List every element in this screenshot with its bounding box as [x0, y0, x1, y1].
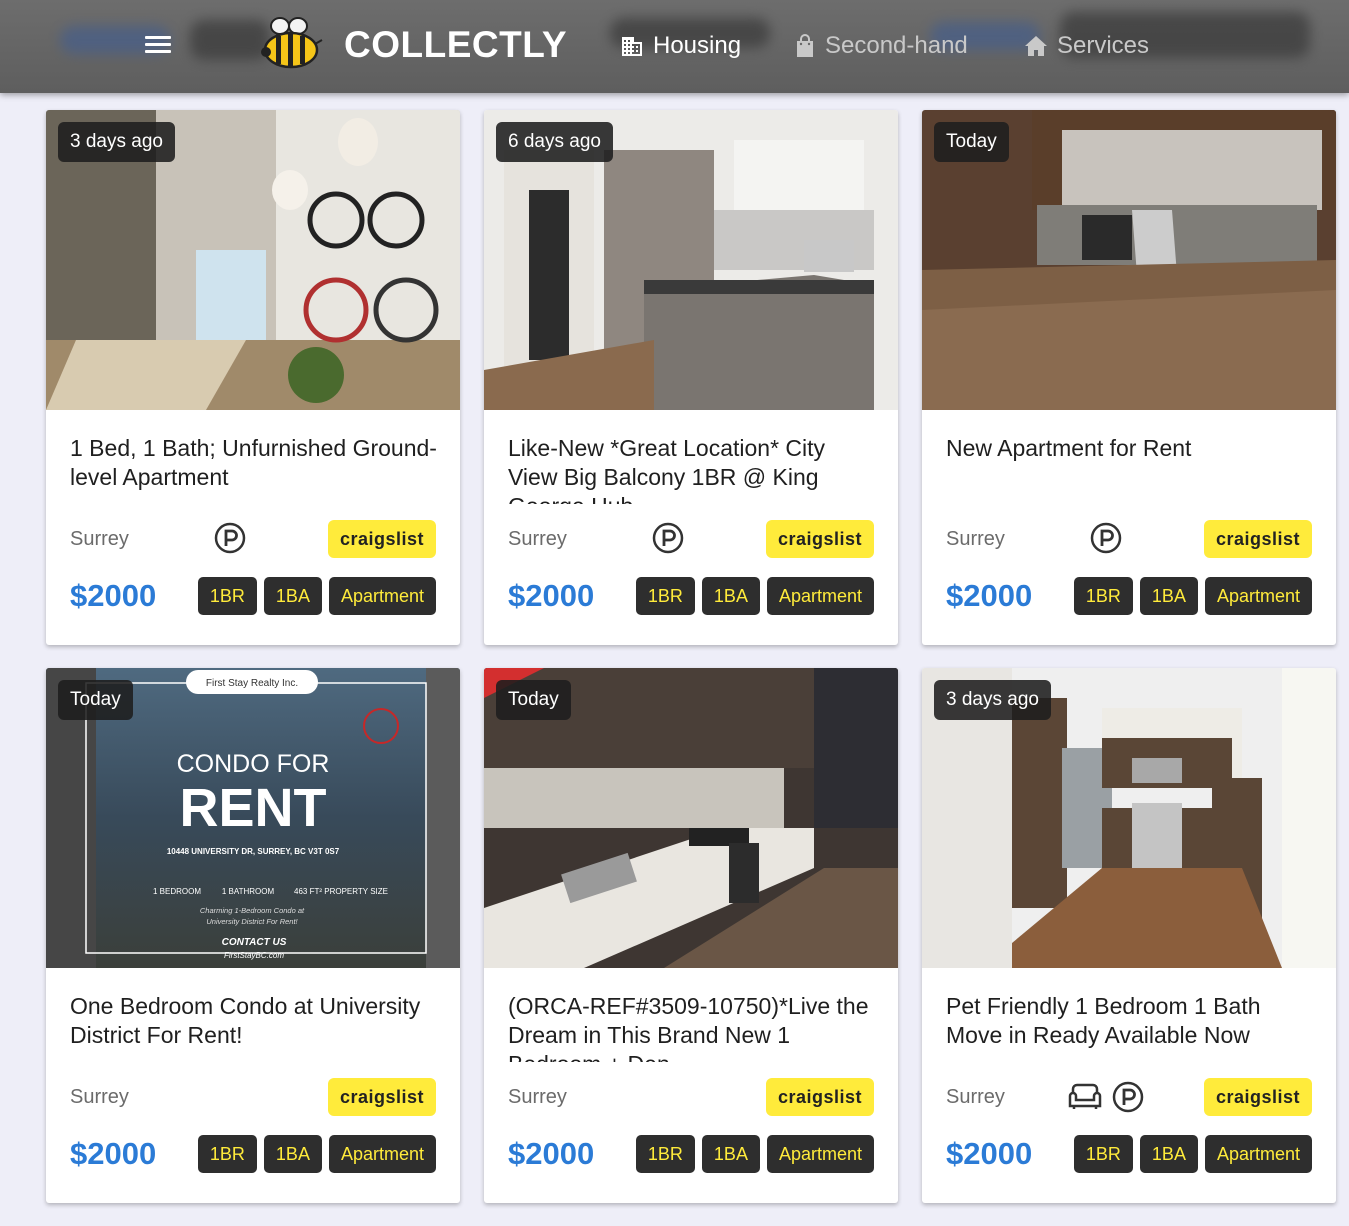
tag-list: 1BR 1BA Apartment [1073, 1135, 1312, 1173]
listing-title[interactable]: (ORCA-REF#3509-10750)*Live the Dream in … [508, 992, 878, 1062]
tag-bedrooms: 1BR [635, 1135, 695, 1173]
listing-price: $2000 [946, 578, 1033, 613]
tag-type: Apartment [1204, 577, 1312, 615]
amenity-icons [1067, 1080, 1145, 1114]
image-site: FirstStayBC.com [224, 951, 284, 960]
listing-price: $2000 [70, 1136, 157, 1171]
nav-services-label: Services [1057, 32, 1150, 59]
image-headline-1: CONDO FOR [177, 750, 330, 778]
source-badge[interactable]: craigslist [765, 1078, 874, 1116]
tag-list: 1BR 1BA Apartment [1073, 577, 1312, 615]
image-address: 10448 UNIVERSITY DR, SURREY, BC V3T 0S7 [167, 847, 340, 856]
listing-photo[interactable]: First Stay Realty Inc. CONDO FOR RENT 10… [46, 668, 460, 968]
listing-card[interactable]: 3 days ago 1 Bed, 1 Bath; Unfurnished Gr… [46, 110, 460, 645]
parking-icon [1112, 1081, 1144, 1113]
listing-price: $2000 [508, 1136, 595, 1171]
source-badge[interactable]: craigslist [1203, 1078, 1312, 1116]
tag-bathrooms: 1BA [701, 577, 760, 615]
brand-name[interactable]: COLLECTLY [344, 24, 567, 66]
image-contact: CONTACT US [222, 937, 287, 948]
building-icon [622, 37, 642, 56]
listing-card[interactable]: Today New Apartment for Rent Surrey crai… [922, 110, 1336, 645]
listing-photo[interactable]: 3 days ago [46, 110, 460, 410]
listing-title[interactable]: Like-New *Great Location* City View Big … [508, 434, 878, 504]
source-badge[interactable]: craigslist [327, 1078, 436, 1116]
amenity-icons [213, 521, 247, 555]
listing-price: $2000 [70, 578, 157, 613]
image-tagline-1: Charming 1-Bedroom Condo at [200, 906, 305, 915]
image-size: 463 FT² PROPERTY SIZE [294, 887, 388, 896]
tag-bathrooms: 1BA [263, 1135, 322, 1173]
tag-type: Apartment [328, 1135, 436, 1173]
listing-location: Surrey [70, 528, 129, 550]
source-badge[interactable]: craigslist [1203, 520, 1312, 558]
tag-type: Apartment [766, 1135, 874, 1173]
posted-time-badge: Today [496, 680, 571, 720]
source-badge[interactable]: craigslist [327, 520, 436, 558]
tag-bedrooms: 1BR [197, 577, 257, 615]
tag-list: 1BR 1BA Apartment [635, 577, 874, 615]
listing-location: Surrey [946, 528, 1005, 550]
posted-time-badge: Today [58, 680, 133, 720]
image-bath: 1 BATHROOM [222, 887, 275, 896]
nav-second-hand[interactable]: Second-hand [794, 30, 968, 62]
tag-list: 1BR 1BA Apartment [197, 1135, 436, 1173]
image-headline-2: RENT [180, 778, 327, 838]
listing-photo[interactable]: Today [484, 668, 898, 968]
parking-icon [214, 522, 246, 554]
tag-type: Apartment [328, 577, 436, 615]
listing-price: $2000 [946, 1136, 1033, 1171]
tag-type: Apartment [766, 577, 874, 615]
top-nav-bar: COLLECTLY Housing Second-hand Services [0, 0, 1349, 93]
tag-bathrooms: 1BA [1139, 577, 1198, 615]
source-badge[interactable]: craigslist [765, 520, 874, 558]
tag-bathrooms: 1BA [1139, 1135, 1198, 1173]
listing-photo[interactable]: 3 days ago [922, 668, 1336, 968]
posted-time-badge: 3 days ago [58, 122, 175, 162]
tag-list: 1BR 1BA Apartment [197, 577, 436, 615]
posted-time-badge: 6 days ago [496, 122, 613, 162]
bee-logo-icon [261, 17, 323, 69]
listing-card[interactable]: Today (ORCA-REF#3509-10750)*Live the Dre… [484, 668, 898, 1203]
listing-card[interactable]: 3 days ago Pet Friendly 1 Bedroom 1 Bath… [922, 668, 1336, 1203]
listing-title[interactable]: 1 Bed, 1 Bath; Unfurnished Ground-level … [70, 434, 440, 504]
tag-bedrooms: 1BR [1073, 1135, 1133, 1173]
nav-housing[interactable]: Housing [620, 30, 741, 62]
tag-bedrooms: 1BR [1073, 577, 1133, 615]
listing-card[interactable]: 6 days ago Like-New *Great Location* Cit… [484, 110, 898, 645]
nav-second-hand-label: Second-hand [825, 32, 968, 59]
listing-card[interactable]: First Stay Realty Inc. CONDO FOR RENT 10… [46, 668, 460, 1203]
bag-icon [797, 34, 813, 57]
nav-services[interactable]: Services [1024, 30, 1149, 62]
sofa-icon [1068, 1083, 1102, 1109]
parking-icon [1090, 522, 1122, 554]
tag-bathrooms: 1BA [701, 1135, 760, 1173]
listing-photo[interactable]: Today [922, 110, 1336, 410]
tag-type: Apartment [1204, 1135, 1312, 1173]
image-realty-text: First Stay Realty Inc. [206, 678, 298, 689]
listing-price: $2000 [508, 578, 595, 613]
tag-bedrooms: 1BR [635, 577, 695, 615]
amenity-icons [1089, 521, 1123, 555]
tag-bathrooms: 1BA [263, 577, 322, 615]
nav-housing-label: Housing [653, 32, 742, 59]
listing-title[interactable]: Pet Friendly 1 Bedroom 1 Bath Move in Re… [946, 992, 1316, 1062]
tag-list: 1BR 1BA Apartment [635, 1135, 874, 1173]
amenity-icons [651, 521, 685, 555]
posted-time-badge: Today [934, 122, 1009, 162]
hamburger-menu-icon[interactable] [140, 30, 176, 60]
listing-location: Surrey [70, 1086, 129, 1108]
image-bed: 1 BEDROOM [153, 887, 201, 896]
posted-time-badge: 3 days ago [934, 680, 1051, 720]
tag-bedrooms: 1BR [197, 1135, 257, 1173]
listing-photo[interactable]: 6 days ago [484, 110, 898, 410]
listing-title[interactable]: One Bedroom Condo at University District… [70, 992, 440, 1062]
home-icon [1025, 36, 1047, 56]
image-tagline-2: University District For Rent! [206, 917, 298, 926]
parking-icon [652, 522, 684, 554]
listing-location: Surrey [508, 528, 567, 550]
listing-location: Surrey [508, 1086, 567, 1108]
listing-title[interactable]: New Apartment for Rent [946, 434, 1316, 504]
listing-location: Surrey [946, 1086, 1005, 1108]
